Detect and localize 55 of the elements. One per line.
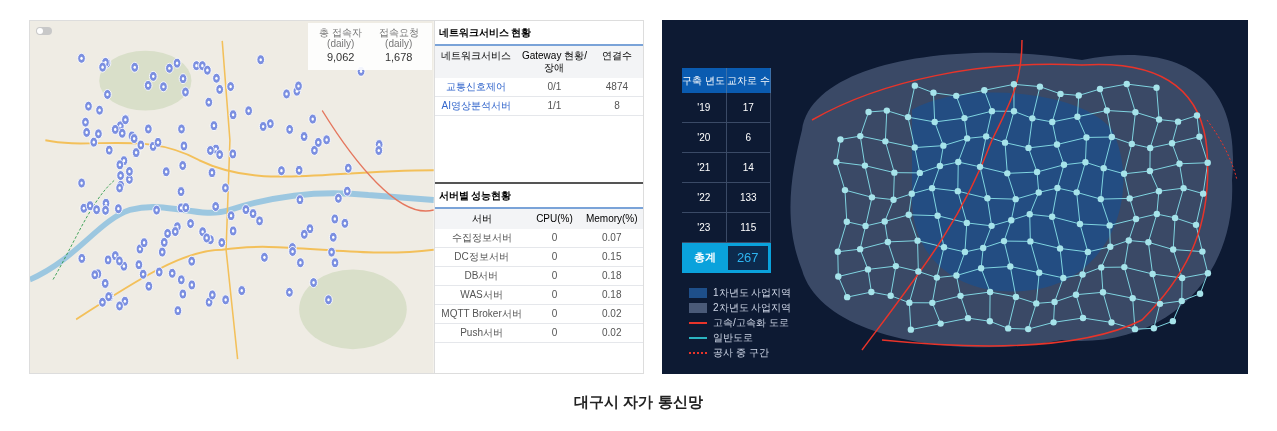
legend-label: 2차년도 사업지역 xyxy=(713,301,792,314)
table-cell-text: MQTT Broker서버 xyxy=(440,307,523,321)
table-cell-text: 수집정보서버 xyxy=(450,231,513,245)
table-cell: '20 xyxy=(682,123,727,152)
column-header: Memory(%) xyxy=(584,212,639,226)
legend-label: 공사 중 구간 xyxy=(713,346,769,359)
stat-label: 접속요청(daily) xyxy=(377,27,420,49)
table-cell-text: 0 xyxy=(550,307,559,321)
column-header: 교차로 수 xyxy=(726,68,771,93)
table-cell-text: 0.07 xyxy=(601,231,623,245)
legend-label: 고속/고속화 도로 xyxy=(713,316,789,329)
table-cell-text: 4874 xyxy=(604,80,630,94)
table-cell-text: 0/1 xyxy=(546,80,563,94)
toggle-switch[interactable] xyxy=(36,27,52,35)
table-cell-text: 0.02 xyxy=(601,307,623,321)
table-cell-text: 0 xyxy=(550,231,559,245)
table-cell-text: 0 xyxy=(550,288,559,302)
table-cell: '23 xyxy=(682,213,727,242)
figure-caption: 대구시 자가 통신망 xyxy=(574,392,703,412)
stat-value: 9,062 xyxy=(326,50,355,65)
table-cell-text: AI영상분석서버 xyxy=(440,99,513,113)
table-cell: 115 xyxy=(726,213,771,242)
stat-value: 1,678 xyxy=(384,50,413,65)
table-cell: '21 xyxy=(682,153,727,182)
table-cell-text: 0 xyxy=(550,326,559,340)
table-cell-text: 0 xyxy=(550,269,559,283)
table-cell-text: 8 xyxy=(613,99,621,113)
table-cell: 133 xyxy=(726,183,771,212)
table-cell-text: 0.15 xyxy=(601,250,623,264)
table-cell: 6 xyxy=(726,123,771,152)
table-cell: '19 xyxy=(682,93,727,122)
table-cell-text: 0.18 xyxy=(601,269,623,283)
column-header: 연결수 xyxy=(600,49,633,63)
table-cell-text: 0.18 xyxy=(601,288,623,302)
stat-label: 총 접속자(daily) xyxy=(318,27,364,49)
table-cell-text: WAS서버 xyxy=(459,288,504,302)
table-cell-text: DC정보서버 xyxy=(453,250,510,264)
legend-label: 일반도로 xyxy=(713,331,753,344)
total-value: 267 xyxy=(726,245,769,271)
legend-label: 1차년도 사업지역 xyxy=(713,286,792,299)
table-cell: '22 xyxy=(682,183,727,212)
table-cell: 14 xyxy=(726,153,771,182)
column-header: 구축 년도 xyxy=(682,68,727,93)
column-header: Gateway 현황/장애 xyxy=(520,49,588,75)
table-cell-text: 1/1 xyxy=(546,99,563,113)
table-cell-text: DB서버 xyxy=(463,269,500,283)
column-header: 네트워크서비스 xyxy=(440,49,513,63)
table-cell-text: 교통신호제어 xyxy=(445,80,508,94)
table-cell-text: 0.02 xyxy=(601,326,623,340)
total-label: 총계 xyxy=(693,250,718,265)
table-cell: 17 xyxy=(726,93,771,122)
column-header: 서버 xyxy=(470,212,493,226)
table-cell-text: 0 xyxy=(550,250,559,264)
table-cell-text: Push서버 xyxy=(459,326,504,340)
column-header: CPU(%) xyxy=(535,212,574,226)
